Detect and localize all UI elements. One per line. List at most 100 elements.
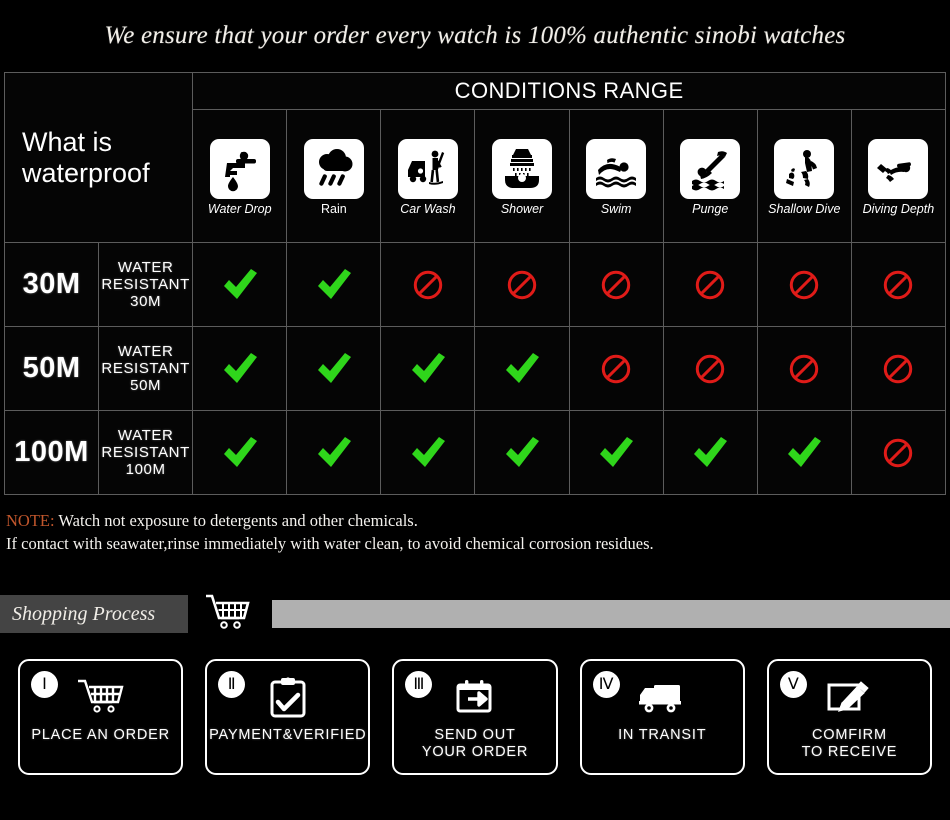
- condition-shallow-dive: Shallow Dive: [756, 109, 852, 243]
- mark-cell: [756, 242, 852, 327]
- mark-cell: [286, 326, 382, 411]
- check-icon: [381, 411, 474, 494]
- condition-punge: Punge: [662, 109, 758, 243]
- shallow-dive-icon: [774, 138, 835, 199]
- mark-cell: [756, 410, 852, 495]
- rain-cloud-icon: [303, 138, 364, 199]
- mark-cell: [568, 242, 664, 327]
- step-numeral-badge: Ⅳ: [592, 671, 620, 698]
- mark-cell: [286, 410, 382, 495]
- page-title: We ensure that your order every watch is…: [104, 22, 846, 49]
- condition-label: Swim: [600, 201, 632, 216]
- check-icon: [193, 243, 286, 326]
- calendar-arrow-icon: [453, 675, 497, 721]
- step-in-transit[interactable]: Ⅳ IN TRANSIT: [579, 659, 745, 775]
- car-wash-icon: [397, 138, 458, 199]
- condition-label: Car Wash: [400, 201, 456, 216]
- mark-cell: [380, 326, 476, 411]
- check-icon: [570, 411, 663, 494]
- shopping-process-bar: Shopping Process: [0, 593, 950, 637]
- mark-cell: [380, 410, 476, 495]
- depth-value: 100M: [3, 410, 100, 495]
- step-numeral-badge: Ⅴ: [779, 671, 807, 698]
- check-icon: [193, 411, 286, 494]
- mark-cell: [192, 326, 288, 411]
- process-steps: Ⅰ PLACE AN ORDER Ⅱ PAYMENT&VERIFIED Ⅲ SE…: [0, 659, 950, 775]
- mark-cell: [756, 326, 852, 411]
- process-strip: [272, 600, 950, 628]
- note-text-1: Watch not exposure to detergents and oth…: [54, 511, 418, 530]
- resistance-label: WATER RESISTANT 50M: [98, 326, 194, 411]
- depth-value: 30M: [3, 242, 100, 327]
- check-icon: [758, 411, 851, 494]
- mark-cell: [662, 410, 758, 495]
- mark-cell: [474, 242, 570, 327]
- shower-bath-icon: [492, 138, 553, 199]
- step-send-out-your-order[interactable]: Ⅲ SEND OUT YOUR ORDER: [392, 659, 558, 775]
- prohibited-icon: [758, 327, 851, 410]
- table-row: 30M WATER RESISTANT 30M: [3, 242, 947, 327]
- swimmer-icon: [586, 138, 647, 199]
- step-place-an-order[interactable]: Ⅰ PLACE AN ORDER: [18, 659, 184, 775]
- clipboard-check-icon: [266, 675, 310, 721]
- step-label: PAYMENT&VERIFIED: [209, 727, 367, 743]
- prohibited-icon: [852, 243, 945, 326]
- mark-cell: [474, 410, 570, 495]
- mark-cell: [192, 242, 288, 327]
- plunge-dive-icon: [680, 138, 741, 199]
- table-row: 50M WATER RESISTANT 50M: [3, 326, 947, 411]
- step-label: IN TRANSIT: [618, 727, 707, 743]
- note-block: NOTE: Watch not exposure to detergents a…: [6, 509, 950, 555]
- scuba-diver-icon: [868, 138, 929, 199]
- check-icon: [381, 327, 474, 410]
- table-row: 100M WATER RESISTANT 100M: [3, 410, 947, 495]
- resistance-label: WATER RESISTANT 30M: [98, 242, 194, 327]
- conditions-range-header: CONDITIONS RANGE: [192, 72, 946, 110]
- mark-cell: [286, 242, 382, 327]
- condition-label: Diving Depth: [862, 201, 935, 216]
- step-label: SEND OUT YOUR ORDER: [421, 727, 529, 760]
- step-numeral-badge: Ⅱ: [218, 671, 246, 698]
- mark-cell: [380, 242, 476, 327]
- step-comfirm-to-receive[interactable]: Ⅴ COMFIRM TO RECEIVE: [766, 659, 933, 775]
- condition-car-wash: Car Wash: [380, 109, 476, 243]
- check-icon: [475, 327, 568, 410]
- prohibited-icon: [570, 327, 663, 410]
- table-title-cell: What is waterproof: [3, 72, 194, 243]
- condition-label: Punge: [692, 201, 729, 216]
- sign-document-icon: [825, 675, 873, 721]
- mark-cell: [568, 410, 664, 495]
- waterproof-table: What is waterproof CONDITIONS RANGE Wate…: [3, 72, 947, 495]
- prohibited-icon: [664, 243, 757, 326]
- mark-cell: [192, 410, 288, 495]
- mark-cell: [662, 326, 758, 411]
- condition-water-drop: Water Drop: [192, 109, 288, 243]
- prohibited-icon: [475, 243, 568, 326]
- step-label: PLACE AN ORDER: [31, 727, 170, 743]
- condition-label: Shallow Dive: [768, 201, 841, 216]
- step-payment-verified[interactable]: Ⅱ PAYMENT&VERIFIED: [205, 659, 371, 775]
- check-icon: [664, 411, 757, 494]
- step-numeral-badge: Ⅰ: [31, 671, 58, 698]
- mark-cell: [850, 326, 947, 411]
- check-icon: [193, 327, 286, 410]
- condition-label: Shower: [500, 201, 544, 216]
- prohibited-icon: [758, 243, 851, 326]
- condition-shower: Shower: [474, 109, 570, 243]
- check-icon: [287, 243, 380, 326]
- note-keyword: NOTE:: [6, 511, 55, 530]
- prohibited-icon: [852, 327, 945, 410]
- faucet-drop-icon: [209, 138, 270, 199]
- resistance-label: WATER RESISTANT 100M: [98, 410, 194, 495]
- check-icon: [287, 327, 380, 410]
- condition-label: Water Drop: [207, 201, 272, 216]
- condition-swim: Swim: [568, 109, 664, 243]
- mark-cell: [662, 242, 758, 327]
- prohibited-icon: [381, 243, 474, 326]
- prohibited-icon: [664, 327, 757, 410]
- note-line-2: If contact with seawater,rinse immediate…: [6, 534, 654, 553]
- mark-cell: [568, 326, 664, 411]
- delivery-truck-icon: [636, 675, 688, 721]
- condition-label: Rain: [320, 201, 347, 216]
- mark-cell: [850, 410, 947, 495]
